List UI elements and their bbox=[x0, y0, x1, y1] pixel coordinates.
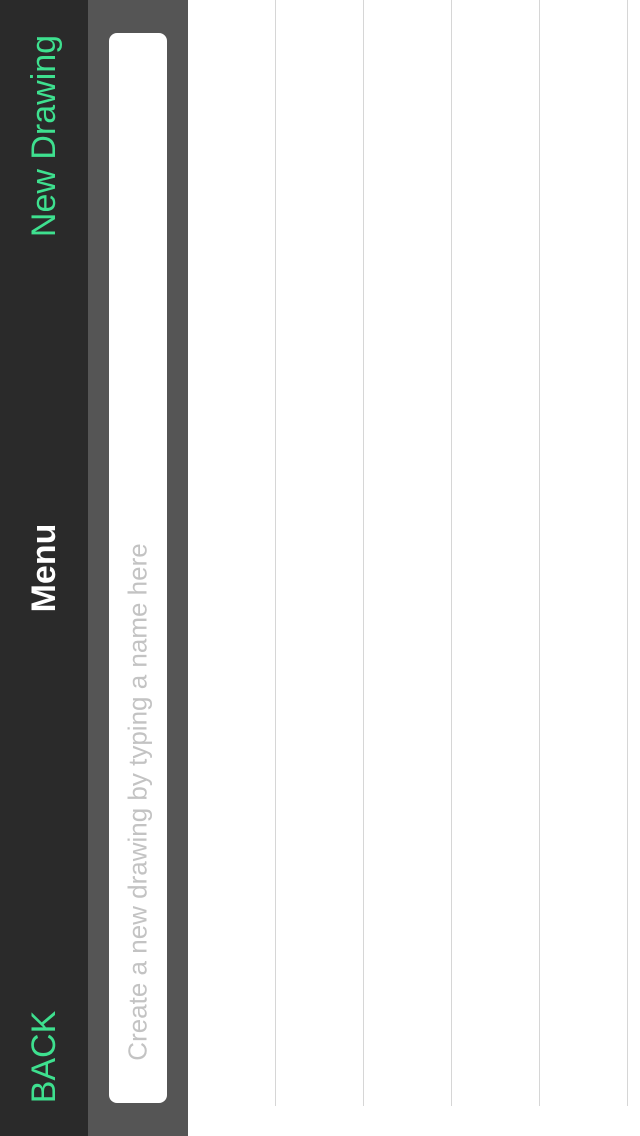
list-row-separator bbox=[451, 0, 452, 1106]
navigation-bar: BACK Menu New Drawing bbox=[0, 0, 88, 1136]
screen: BACK Menu New Drawing Create a new drawi… bbox=[0, 0, 640, 1136]
drawing-name-placeholder: Create a new drawing by typing a name he… bbox=[122, 543, 153, 1061]
drawings-list[interactable] bbox=[188, 0, 640, 1106]
back-button[interactable]: BACK bbox=[24, 1011, 64, 1104]
list-row-separator bbox=[363, 0, 364, 1106]
page-title: Menu bbox=[25, 523, 63, 613]
list-row-separator bbox=[627, 0, 628, 1106]
list-row-separator bbox=[539, 0, 540, 1106]
new-drawing-button[interactable]: New Drawing bbox=[24, 35, 64, 237]
list-row-separator bbox=[275, 0, 276, 1106]
